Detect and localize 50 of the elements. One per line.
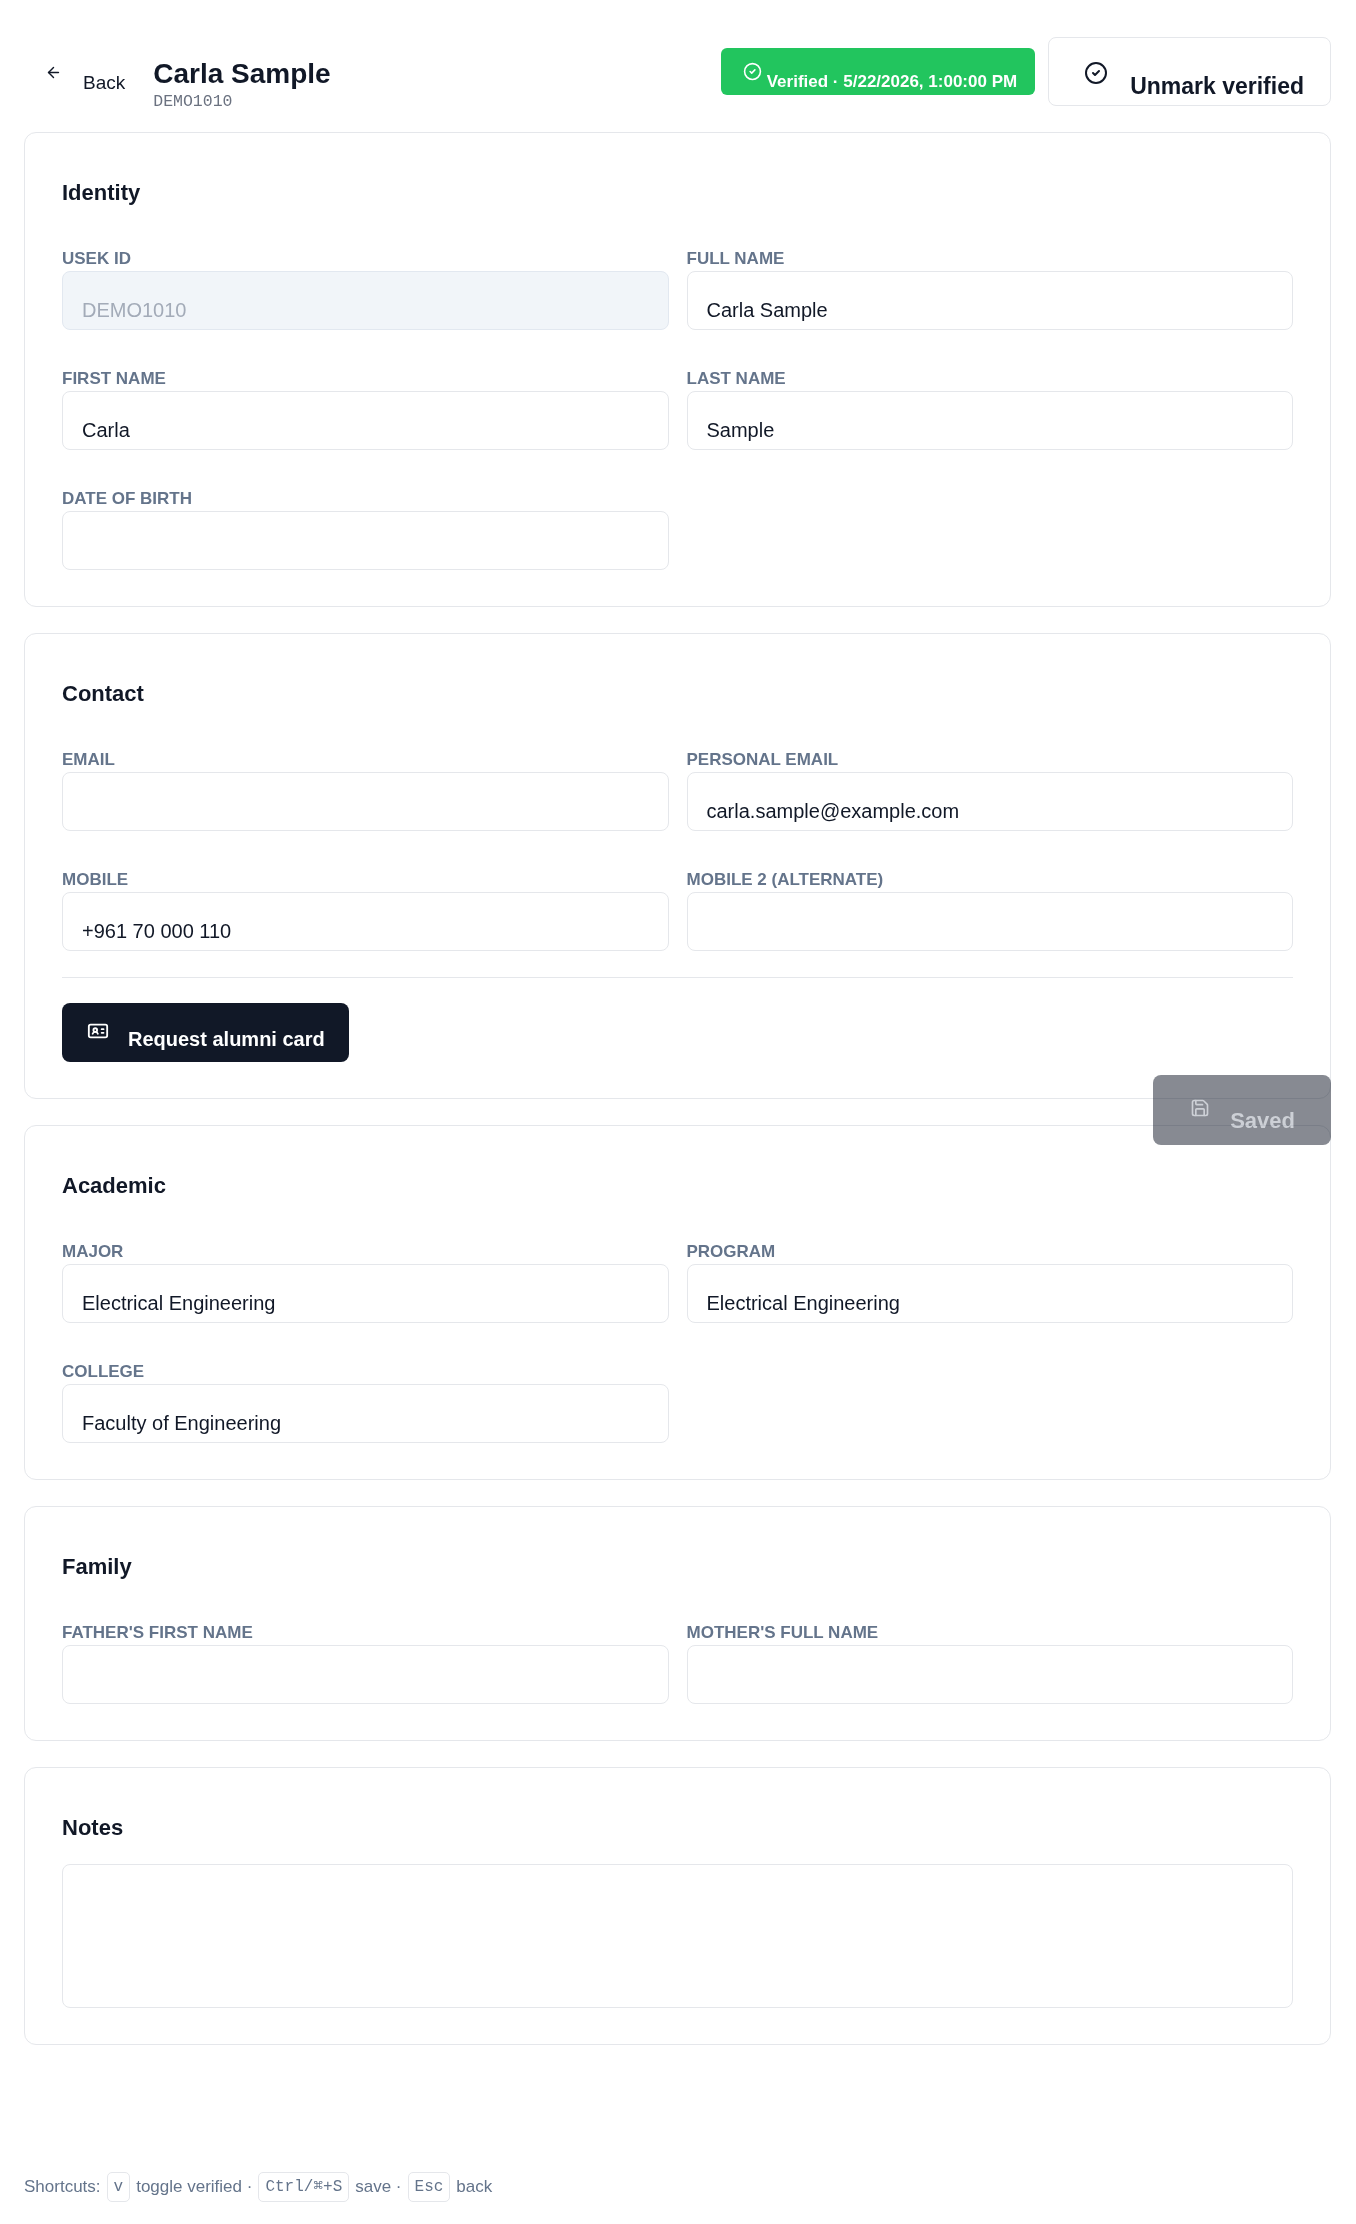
field-label: MAJOR [62,1242,125,1262]
field-label: PROGRAM [686,1242,777,1262]
text-field[interactable]: Carla [62,391,669,450]
shortcut-key: Ctrl/⌘+S [258,2172,350,2202]
check-circle-icon [1084,61,1109,85]
save-icon [1190,1098,1211,1118]
record-id: DEMO1010 [153,92,234,112]
text-field[interactable]: Sample [686,391,1293,450]
field-label: MOBILE 2 (ALTERNATE) [686,870,885,890]
shortcut-description: save · [355,2176,402,2198]
field-label: USEK ID [62,249,132,269]
text-field[interactable] [62,772,669,831]
field-label: MOTHER'S FULL NAME [686,1623,880,1643]
request-card-button[interactable]: Request alumni card [62,1003,349,1062]
check-circle-icon [742,62,762,81]
text-field[interactable] [686,1645,1293,1704]
section-title: Identity [62,179,142,207]
field-label: DATE OF BIRTH [62,489,193,509]
section-title: Notes [62,1814,125,1842]
text-field[interactable]: Carla Sample [686,271,1293,330]
page-title: Carla Sample [153,57,331,91]
text-field[interactable] [62,1645,669,1704]
field-label: LAST NAME [686,369,787,389]
field-label: EMAIL [62,750,116,770]
shortcut-key: v [106,2172,131,2202]
unmark-verified-button[interactable]: Unmark verified [1048,37,1331,106]
back-button[interactable]: Back [35,57,136,94]
section-title: Family [62,1553,133,1581]
section-title: Contact [62,680,145,708]
section-title: Academic [62,1172,167,1200]
field-label: FATHER'S FIRST NAME [62,1623,254,1643]
text-field[interactable] [62,511,669,570]
field-label: FULL NAME [686,249,786,269]
field-label: FIRST NAME [62,369,167,389]
text-field[interactable]: Electrical Engineering [62,1264,669,1323]
verified-badge: Verified · 5/22/2026, 1:00:00 PM [720,48,1036,95]
text-field[interactable]: carla.sample@example.com [686,772,1293,831]
shortcut-description: toggle verified · [136,2176,253,2198]
notes-field[interactable] [62,1864,1293,2008]
field-label: MOBILE [62,870,130,890]
shortcut-description: back [456,2176,493,2198]
text-field[interactable] [686,892,1293,951]
text-field[interactable]: +961 70 000 110 [62,892,669,951]
shortcut-key: Esc [407,2172,451,2202]
shortcuts-label: Shortcuts: [24,2176,101,2198]
text-field[interactable]: Electrical Engineering [686,1264,1293,1323]
text-field[interactable]: Faculty of Engineering [62,1384,669,1443]
field-label: COLLEGE [62,1362,146,1382]
field-label: PERSONAL EMAIL [686,750,840,770]
arrow-left-icon [45,64,62,81]
